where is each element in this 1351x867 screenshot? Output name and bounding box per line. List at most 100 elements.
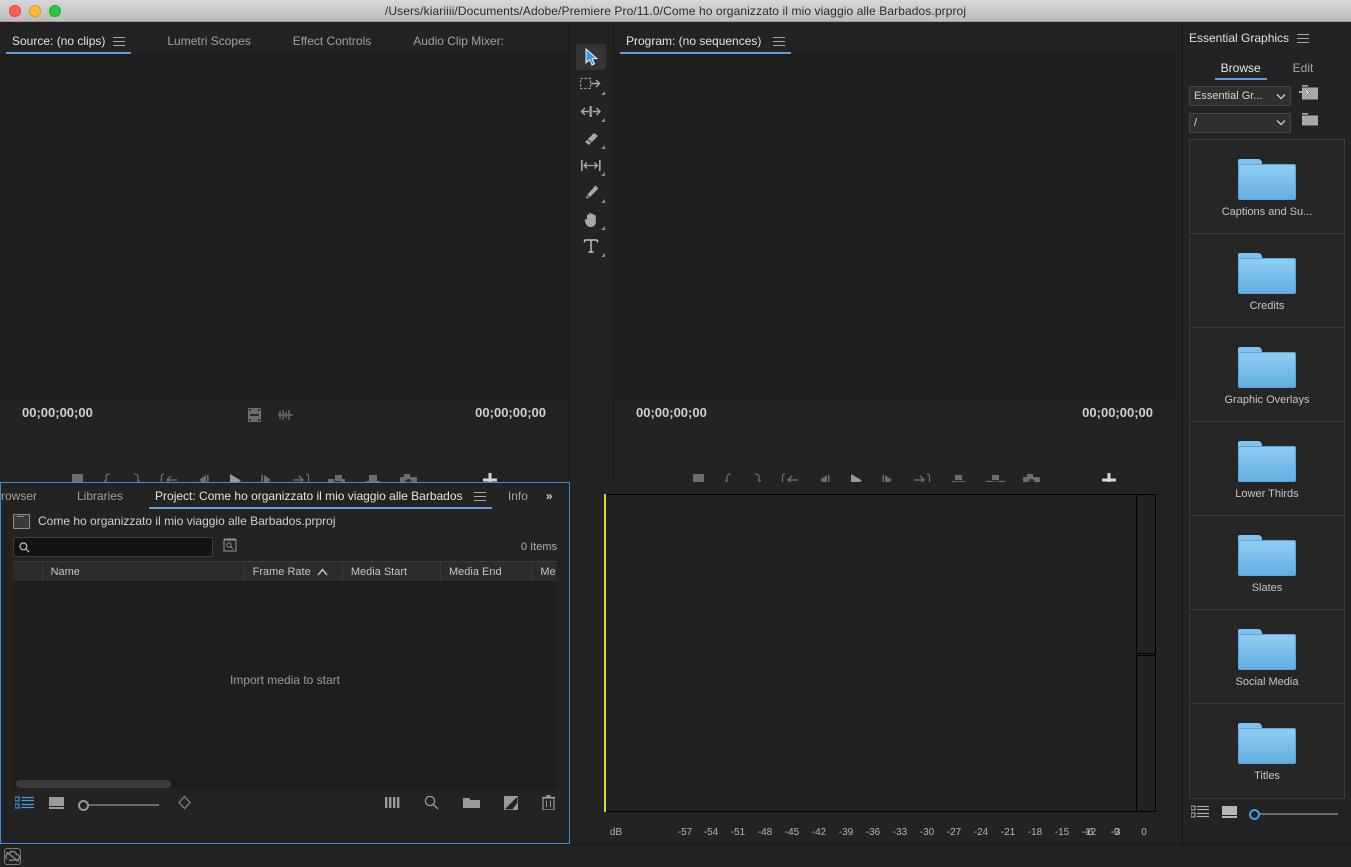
essential-graphics-menu-icon[interactable] (1297, 33, 1310, 43)
source-monitor-canvas[interactable] (0, 54, 568, 399)
program-duration-timecode[interactable]: 00;00;00;00 (1082, 405, 1153, 427)
project-horizontal-scrollbar[interactable] (13, 778, 557, 789)
install-motion-graphics-icon[interactable] (1299, 84, 1320, 108)
essential-graphics-title: Essential Graphics (1189, 31, 1290, 45)
source-panel-menu-icon[interactable] (113, 36, 126, 46)
program-monitor-canvas[interactable] (614, 54, 1175, 399)
icon-view-button[interactable] (49, 796, 64, 814)
folder-icon (1238, 720, 1296, 764)
column-header-blank[interactable] (13, 562, 43, 581)
selection-tool[interactable] (576, 44, 606, 70)
tab-program[interactable]: Program: (no sequences) (620, 34, 791, 54)
tab-project-label: Project: Come ho organizzato il mio viag… (155, 489, 463, 503)
tool-flyout-icon (601, 253, 605, 257)
audio-meter-area[interactable]: dB -57 -54 -51 -48 -45 -42 -39 -36 -33 -… (604, 494, 1156, 838)
program-panel-menu-icon[interactable] (772, 37, 785, 47)
chevron-down-icon (1276, 120, 1286, 126)
audio-waveform-icon[interactable] (277, 409, 294, 427)
window-title: /Users/kiariiii/Documents/Adobe/Premiere… (384, 3, 967, 18)
premiere-pro-window: /Users/kiariiii/Documents/Adobe/Premiere… (0, 0, 1351, 867)
folder-icon (1238, 156, 1296, 200)
eg-icon-view-button[interactable] (1222, 805, 1237, 823)
film-strip-icon[interactable] (248, 408, 261, 427)
list-view-button[interactable] (14, 795, 35, 815)
new-folder-icon[interactable] (1299, 112, 1320, 133)
essential-graphics-browser[interactable]: Captions and Su... Credits Graphic Overl… (1189, 139, 1345, 799)
eg-library-row: Essential Gr... (1183, 80, 1351, 108)
track-select-forward-tool[interactable] (576, 71, 606, 97)
column-header-name[interactable]: Name (43, 562, 245, 581)
essential-graphics-tabs: Browse Edit (1183, 54, 1351, 80)
tab-browse[interactable]: Browse (1214, 61, 1267, 80)
ripple-edit-tool[interactable] (576, 98, 606, 124)
window-titlebar: /Users/kiariiii/Documents/Adobe/Premiere… (0, 0, 1351, 22)
folder-icon (1238, 344, 1296, 388)
project-scrollbar-thumb[interactable] (16, 779, 171, 788)
tab-info[interactable]: Info (508, 489, 528, 509)
eg-folder-item[interactable]: Social Media (1190, 610, 1344, 704)
hand-tool[interactable] (576, 206, 606, 232)
eg-folder-item[interactable]: Slates (1190, 516, 1344, 610)
project-panel-tabbar: rowser Libraries Project: Come ho organi… (1, 483, 569, 509)
project-panel: rowser Libraries Project: Come ho organi… (0, 482, 570, 844)
new-item-button[interactable] (503, 794, 519, 815)
essential-graphics-header: Essential Graphics (1183, 22, 1351, 54)
zoom-slider[interactable] (78, 799, 159, 811)
tab-media-browser[interactable]: rowser (1, 489, 71, 509)
eg-path-row: / (1183, 108, 1351, 133)
tab-edit[interactable]: Edit (1293, 61, 1314, 80)
tab-source[interactable]: Source: (no clips) (5, 34, 132, 54)
search-icon (19, 541, 30, 553)
parent-bin-icon[interactable] (13, 513, 30, 529)
column-header-media-duration[interactable]: Me (532, 562, 557, 581)
find-button[interactable] (424, 795, 439, 815)
razor-tool[interactable] (576, 125, 606, 151)
creative-cloud-icon[interactable] (4, 847, 21, 865)
eg-zoom-slider[interactable] (1249, 808, 1338, 820)
eg-list-view-button[interactable] (1190, 805, 1210, 823)
project-item-list[interactable]: Import media to start (13, 582, 557, 778)
tool-flyout-icon (601, 172, 605, 176)
panel-overflow-button[interactable]: » (546, 489, 553, 509)
project-panel-menu-icon[interactable] (473, 492, 486, 502)
sort-icon-button[interactable] (177, 795, 192, 815)
eg-folder-label: Slates (1251, 581, 1283, 594)
essential-graphics-bottom-toolbar (1183, 799, 1351, 829)
zoom-slider-track (89, 804, 159, 806)
tab-project[interactable]: Project: Come ho organizzato il mio viag… (149, 489, 492, 509)
column-header-media-start[interactable]: Media Start (343, 562, 442, 581)
library-select[interactable]: Essential Gr... (1189, 86, 1291, 106)
filter-bin-icon[interactable] (223, 537, 237, 557)
tool-flyout-icon (601, 226, 605, 230)
automate-to-sequence-button[interactable] (385, 796, 400, 814)
tab-effect-controls[interactable]: Effect Controls (293, 34, 371, 54)
audio-meter-frame (604, 494, 1156, 812)
tab-lumetri-scopes[interactable]: Lumetri Scopes (167, 34, 250, 54)
zoom-slider-handle[interactable] (78, 799, 89, 811)
new-bin-button[interactable] (463, 796, 480, 814)
library-select-value: Essential Gr... (1194, 90, 1263, 102)
breadcrumb-label: Come ho organizzato il mio viaggio alle … (38, 514, 336, 528)
type-tool[interactable] (576, 233, 606, 259)
chevron-down-icon (1276, 93, 1286, 99)
path-select[interactable]: / (1189, 112, 1291, 133)
program-current-timecode[interactable]: 00;00;00;00 (636, 405, 707, 427)
column-header-frame-rate[interactable]: Frame Rate (245, 562, 343, 581)
search-input-wrapper[interactable] (13, 537, 213, 557)
eg-folder-item[interactable]: Lower Thirds (1190, 422, 1344, 516)
slip-tool[interactable] (576, 152, 606, 178)
pen-tool[interactable] (576, 179, 606, 205)
tab-libraries[interactable]: Libraries (77, 489, 123, 509)
eg-zoom-slider-handle[interactable] (1249, 808, 1260, 820)
eg-folder-item[interactable]: Graphic Overlays (1190, 328, 1344, 422)
source-current-timecode[interactable]: 00;00;00;00 (22, 405, 93, 427)
search-input[interactable] (35, 541, 200, 553)
audio-clip-indicator[interactable] (604, 494, 606, 812)
eg-folder-item[interactable]: Credits (1190, 234, 1344, 328)
eg-folder-item[interactable]: Captions and Su... (1190, 140, 1344, 234)
tab-audio-clip-mixer[interactable]: Audio Clip Mixer: (413, 34, 504, 54)
source-duration-timecode[interactable]: 00;00;00;00 (475, 405, 546, 427)
column-header-media-end[interactable]: Media End (441, 562, 533, 581)
eg-folder-item[interactable]: Titles (1190, 704, 1344, 798)
clear-button[interactable] (542, 795, 555, 815)
